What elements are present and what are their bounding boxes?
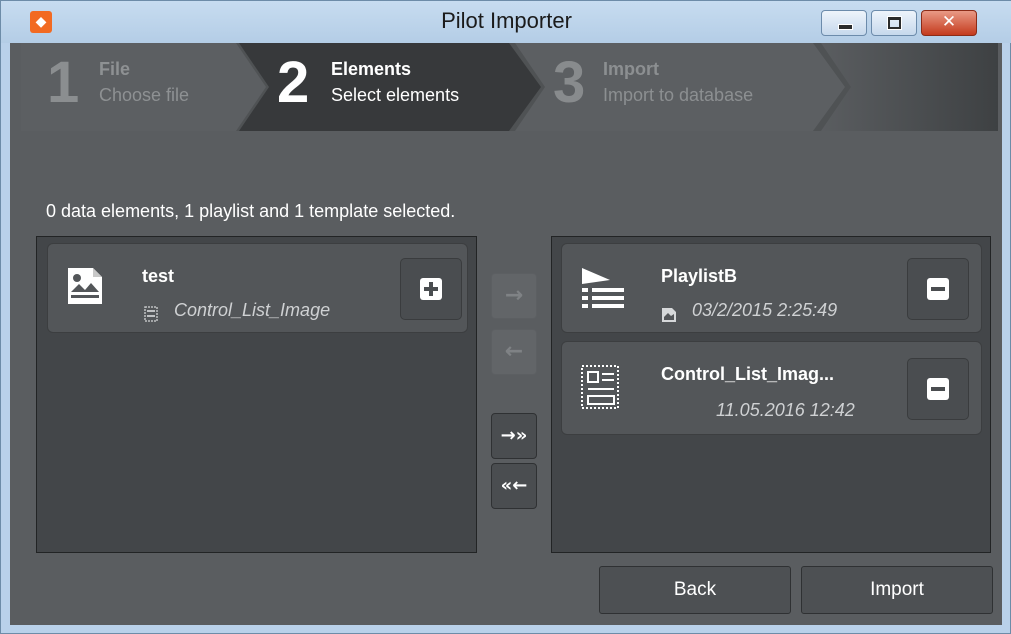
item-name: test [142,266,175,286]
wizard-steps: 1 File Choose file 2 Elements Select ele… [21,43,998,131]
selection-status-text: 0 data elements, 1 playlist and 1 templa… [46,201,456,221]
step-elements[interactable]: 2 Elements Select elements [239,43,541,131]
list-item[interactable]: test Control_List_Image [47,243,468,333]
back-button[interactable]: Back [599,566,791,614]
step-title: Import [603,59,659,79]
step-subtitle: Import to database [603,85,754,105]
plus-icon [420,278,442,300]
pilot-importer-window: ◆ Pilot Importer 1 File Choose file 2 El… [0,0,1011,634]
move-all-right-button[interactable]: →» [491,413,537,459]
step-title: File [99,59,131,79]
move-left-button[interactable]: ← [491,329,537,375]
template-small-icon [144,306,158,322]
selected-elements-list[interactable]: PlaylistB 03/2/2015 2:25:49 Control_List… [551,236,991,553]
step-subtitle: Select elements [331,85,460,105]
close-button[interactable] [921,10,977,36]
image-document-icon [68,268,102,304]
document-small-icon [662,308,676,322]
step-subtitle: Choose file [99,85,190,105]
list-item[interactable]: Control_List_Imag... 11.05.2016 12:42 [561,341,982,435]
step-number: 1 [47,50,80,115]
item-name: Control_List_Imag... [661,364,835,384]
step-trailing-decoration [821,43,998,131]
move-right-button[interactable]: → [491,273,537,319]
minus-icon [927,278,949,300]
maximize-button[interactable] [871,10,917,36]
minimize-button[interactable] [821,10,867,36]
step-file[interactable]: 1 File Choose file [21,43,266,131]
item-subtitle: 03/2/2015 2:25:49 [692,300,838,320]
remove-item-button[interactable] [907,258,969,320]
item-name: PlaylistB [661,266,738,286]
add-item-button[interactable] [400,258,462,320]
available-elements-list[interactable]: test Control_List_Image [36,236,477,553]
step-import[interactable]: 3 Import Import to database [515,43,845,131]
item-subtitle: 11.05.2016 12:42 [716,400,855,420]
item-subtitle: Control_List_Image [174,300,331,320]
step-title: Elements [331,59,412,79]
template-icon [581,365,619,409]
move-all-left-button[interactable]: «← [491,463,537,509]
remove-item-button[interactable] [907,358,969,420]
playlist-icon [582,268,624,308]
title-bar[interactable]: ◆ Pilot Importer [1,1,1011,43]
step-number: 3 [553,50,586,115]
list-item[interactable]: PlaylistB 03/2/2015 2:25:49 [561,243,982,333]
minus-icon [927,378,949,400]
import-button[interactable]: Import [801,566,993,614]
step-number: 2 [277,50,310,115]
